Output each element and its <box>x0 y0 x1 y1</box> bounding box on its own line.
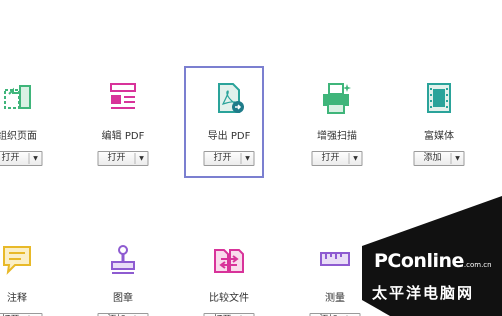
tool-label: 比较文件 <box>209 293 249 304</box>
tool-label: 图章 <box>113 293 133 304</box>
rich-media-icon <box>421 82 457 116</box>
selected-tool-highlight <box>184 66 264 178</box>
tool-label: 注释 <box>7 293 27 304</box>
tool-label: 增强扫描 <box>317 131 357 142</box>
organize-pages-icon <box>0 82 35 116</box>
open-button[interactable]: 打开▼ <box>0 151 43 166</box>
chevron-down-icon: ▼ <box>139 155 144 162</box>
tool-stamp[interactable]: 图章 添加▼ <box>68 244 178 316</box>
enhance-scan-icon <box>319 82 355 116</box>
compare-files-icon <box>211 244 247 278</box>
chevron-down-icon: ▼ <box>455 155 460 162</box>
tool-label: 富媒体 <box>424 131 454 142</box>
tool-compare-files[interactable]: 比较文件 打开▼ <box>174 244 284 316</box>
tools-panel: 组织页面 打开 ▼ 编辑 PDF 打开 ▼ 导出 PDF 打开 ▼ 增强扫描 打… <box>0 0 502 316</box>
tool-label: 组织页面 <box>0 131 37 142</box>
edit-pdf-icon <box>105 82 141 116</box>
open-button[interactable]: 打开▼ <box>97 151 149 166</box>
chevron-down-icon: ▼ <box>33 155 38 162</box>
measure-icon <box>317 244 353 278</box>
watermark-chinese: 太平洋电脑网 <box>372 284 475 302</box>
tool-organize-pages[interactable]: 组织页面 打开 ▼ <box>0 82 72 172</box>
tool-edit-pdf[interactable]: 编辑 PDF 打开 ▼ <box>68 82 178 172</box>
watermark-brand: PConline.com.cn <box>374 250 492 272</box>
comment-icon <box>0 244 35 278</box>
tool-label: 编辑 PDF <box>101 131 145 142</box>
tool-comment[interactable]: 注释 打开▼ <box>0 244 72 316</box>
tool-enhance-scan[interactable]: 增强扫描 打开 ▼ <box>282 82 392 172</box>
add-button[interactable]: 添加▼ <box>413 151 465 166</box>
chevron-down-icon: ▼ <box>353 155 358 162</box>
tool-rich-media[interactable]: 富媒体 添加 ▼ <box>384 82 494 172</box>
open-button[interactable]: 打开▼ <box>311 151 363 166</box>
stamp-icon <box>105 244 141 278</box>
